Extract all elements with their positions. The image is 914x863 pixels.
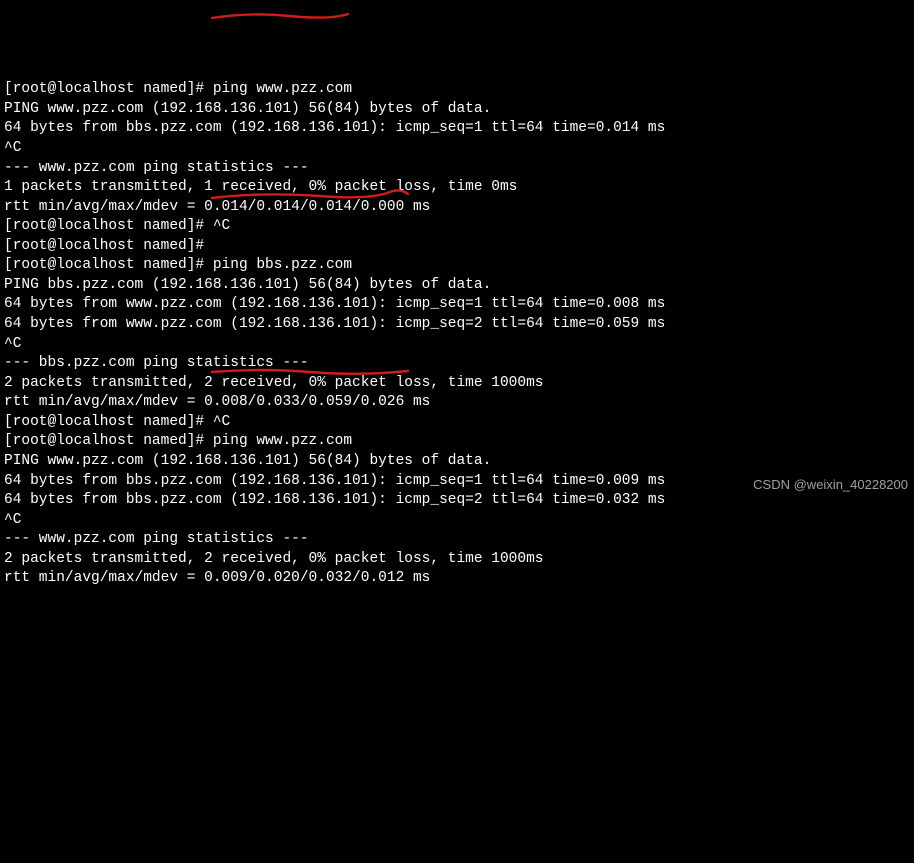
terminal-line: rtt min/avg/max/mdev = 0.014/0.014/0.014… <box>4 198 910 218</box>
terminal-line: ^C <box>4 335 910 355</box>
watermark: CSDN @weixin_40228200 <box>753 476 908 494</box>
terminal-line: --- bbs.pzz.com ping statistics --- <box>4 354 910 374</box>
terminal-line: PING bbs.pzz.com (192.168.136.101) 56(84… <box>4 276 910 296</box>
terminal-line: 2 packets transmitted, 2 received, 0% pa… <box>4 374 910 394</box>
terminal-line: rtt min/avg/max/mdev = 0.009/0.020/0.032… <box>4 569 910 589</box>
terminal-line: --- www.pzz.com ping statistics --- <box>4 530 910 550</box>
terminal-line: 1 packets transmitted, 1 received, 0% pa… <box>4 178 910 198</box>
terminal-line: [root@localhost named]# ping www.pzz.com <box>4 432 910 452</box>
terminal-line: PING www.pzz.com (192.168.136.101) 56(84… <box>4 452 910 472</box>
terminal-line: ^C <box>4 511 910 531</box>
terminal-output[interactable]: [root@localhost named]# ping www.pzz.com… <box>4 80 910 589</box>
terminal-line: rtt min/avg/max/mdev = 0.008/0.033/0.059… <box>4 393 910 413</box>
terminal-line: PING www.pzz.com (192.168.136.101) 56(84… <box>4 100 910 120</box>
annotation-underline-1 <box>210 8 350 28</box>
terminal-line: [root@localhost named]# <box>4 237 910 257</box>
terminal-line: 64 bytes from www.pzz.com (192.168.136.1… <box>4 295 910 315</box>
terminal-line: --- www.pzz.com ping statistics --- <box>4 159 910 179</box>
terminal-line: [root@localhost named]# ping bbs.pzz.com <box>4 256 910 276</box>
terminal-line: [root@localhost named]# ping www.pzz.com <box>4 80 910 100</box>
terminal-line: 64 bytes from www.pzz.com (192.168.136.1… <box>4 315 910 335</box>
terminal-line: ^C <box>4 139 910 159</box>
terminal-line: [root@localhost named]# ^C <box>4 217 910 237</box>
terminal-line: 64 bytes from bbs.pzz.com (192.168.136.1… <box>4 119 910 139</box>
terminal-line: 2 packets transmitted, 2 received, 0% pa… <box>4 550 910 570</box>
terminal-line: [root@localhost named]# ^C <box>4 413 910 433</box>
